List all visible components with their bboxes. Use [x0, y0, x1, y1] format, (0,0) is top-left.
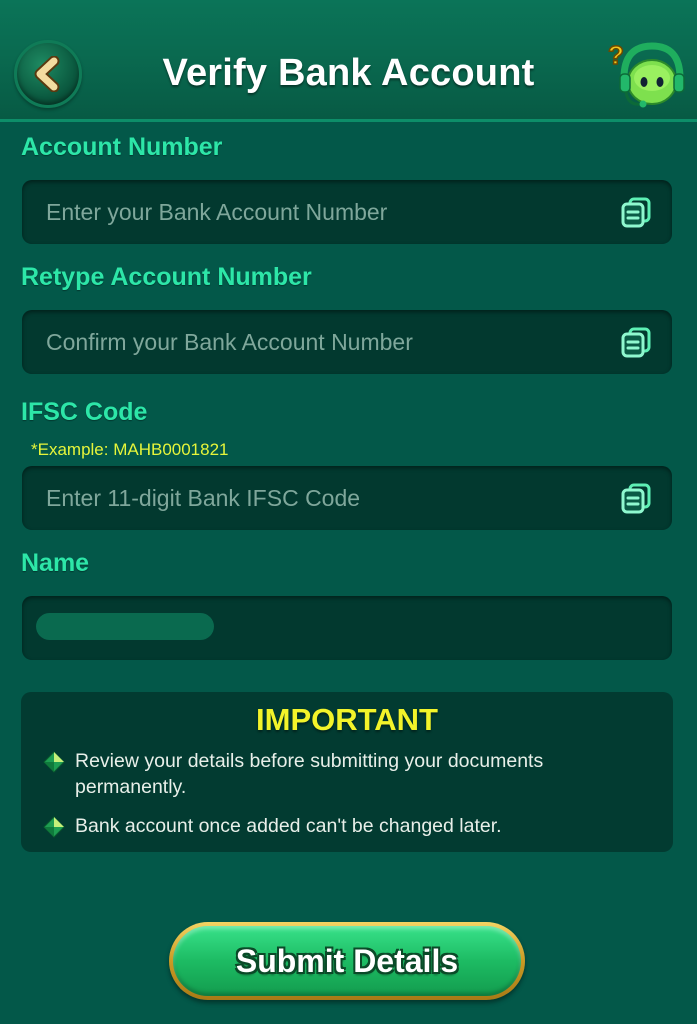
diamond-bullet-icon [43, 751, 65, 773]
list-item: Bank account once added can't be changed… [43, 813, 643, 839]
headset-support-icon: ? [607, 39, 685, 108]
retype-account-number-field[interactable] [22, 310, 672, 374]
page-title: Verify Bank Account [162, 52, 535, 94]
submit-button-label: Submit Details [235, 942, 459, 979]
retype-account-number-label: Retype Account Number [21, 263, 312, 291]
submit-details-button[interactable]: Submit Details [169, 922, 525, 1000]
paste-icon[interactable] [620, 196, 652, 228]
ifsc-code-input[interactable] [46, 466, 616, 530]
important-title: IMPORTANT [256, 702, 438, 737]
account-number-input[interactable] [46, 180, 616, 244]
name-value-redacted [36, 613, 214, 640]
bullet-text: Review your details before submitting yo… [75, 750, 544, 798]
ifsc-code-field[interactable] [22, 466, 672, 530]
submit-button-face: Submit Details [173, 926, 521, 996]
retype-account-number-input[interactable] [46, 310, 616, 374]
name-label: Name [21, 549, 90, 577]
paste-icon[interactable] [620, 482, 652, 514]
support-button[interactable]: ? [606, 38, 686, 114]
paste-icon[interactable] [620, 326, 652, 358]
ifsc-code-label: IFSC Code [21, 398, 148, 426]
header-bar: Verify Bank Account ? [0, 0, 697, 122]
account-number-label: Account Number [21, 133, 223, 161]
diamond-bullet-icon [43, 816, 65, 838]
list-item: Review your details before submitting yo… [43, 748, 643, 800]
ifsc-example-hint: *Example: MAHB0001821 [31, 440, 229, 459]
bullet-text: Bank account once added can't be changed… [75, 815, 502, 837]
svg-text:?: ? [608, 40, 624, 70]
account-number-field[interactable] [22, 180, 672, 244]
important-notice: IMPORTANT Review your details before sub… [21, 692, 673, 852]
